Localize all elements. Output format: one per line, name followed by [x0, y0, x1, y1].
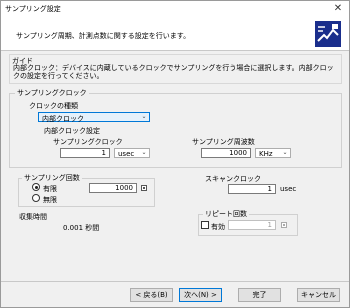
clock-unit-select[interactable]: usec ⌄ — [114, 148, 150, 158]
sampling-count-title: サンプリング回数 — [22, 173, 82, 183]
footer-divider — [1, 281, 349, 282]
repeat-picker-icon[interactable] — [281, 222, 287, 228]
sampling-clock-label: サンプリングクロック — [53, 138, 123, 146]
finish-button[interactable]: 完了 — [238, 288, 281, 302]
sampling-frequency-label: サンプリング周波数 — [192, 138, 255, 146]
guide-box: ガイド 内部クロック：デバイスに内蔵しているクロックでサンプリングを行う場合に選… — [9, 54, 342, 84]
next-button[interactable]: 次へ(N) > — [179, 288, 222, 302]
count-picker-icon[interactable] — [141, 185, 147, 191]
clock-unit-value: usec — [118, 150, 135, 158]
internal-clock-settings-label: 内部クロック設定 — [44, 127, 100, 135]
collection-time-value: 0.001 秒間 — [63, 224, 100, 232]
repeat-enable-checkbox[interactable] — [201, 221, 209, 229]
title-bar: サンプリング設定 ✕ — [1, 1, 349, 17]
clock-type-value: 内部クロック — [42, 115, 84, 123]
guide-text: 内部クロック：デバイスに内蔵しているクロックでサンプリングを行う場合に選択します… — [13, 64, 334, 80]
limited-label: 有限 — [43, 185, 57, 193]
chevron-down-icon: ⌄ — [282, 149, 288, 156]
collection-time-title: 収集時間 — [19, 213, 47, 221]
scan-clock-input[interactable]: 1 — [228, 184, 276, 194]
cancel-button[interactable]: キャンセル — [297, 288, 340, 302]
frequency-unit-select[interactable]: KHz ⌄ — [255, 148, 291, 158]
scan-clock-title: スキャンクロック — [205, 175, 261, 183]
limited-radio[interactable] — [32, 183, 40, 191]
close-icon[interactable]: ✕ — [331, 2, 345, 15]
sampling-settings-dialog: サンプリング設定 ✕ サンプリング周期、計測点数に関する設定を行います。 ガイド… — [0, 0, 350, 308]
repeat-count-title: リピート回数 — [203, 209, 249, 219]
unlimited-radio[interactable] — [32, 194, 40, 202]
header-description: サンプリング周期、計測点数に関する設定を行います。 — [16, 32, 191, 40]
back-button[interactable]: < 戻る(B) — [130, 288, 173, 302]
clock-type-label: クロックの種類 — [29, 102, 78, 110]
wizard-logo-icon — [315, 21, 341, 47]
scan-clock-unit: usec — [280, 185, 297, 193]
sampling-clock-input[interactable]: 1 — [60, 148, 110, 158]
repeat-count-input[interactable]: 1 — [228, 220, 276, 230]
sampling-count-input[interactable]: 1000 — [89, 183, 137, 193]
wizard-header: サンプリング周期、計測点数に関する設定を行います。 — [1, 17, 349, 51]
chevron-down-icon: ⌄ — [141, 149, 147, 156]
clock-type-select[interactable]: 内部クロック ⌄ — [38, 112, 150, 123]
unlimited-label: 無限 — [43, 196, 57, 204]
repeat-enable-label: 有効 — [211, 223, 225, 231]
frequency-unit-value: KHz — [259, 150, 273, 158]
chevron-down-icon: ⌄ — [141, 113, 147, 120]
window-title: サンプリング設定 — [5, 5, 61, 13]
sampling-clock-title: サンプリングクロック — [15, 88, 89, 98]
sampling-frequency-input[interactable]: 1000 — [201, 148, 251, 158]
